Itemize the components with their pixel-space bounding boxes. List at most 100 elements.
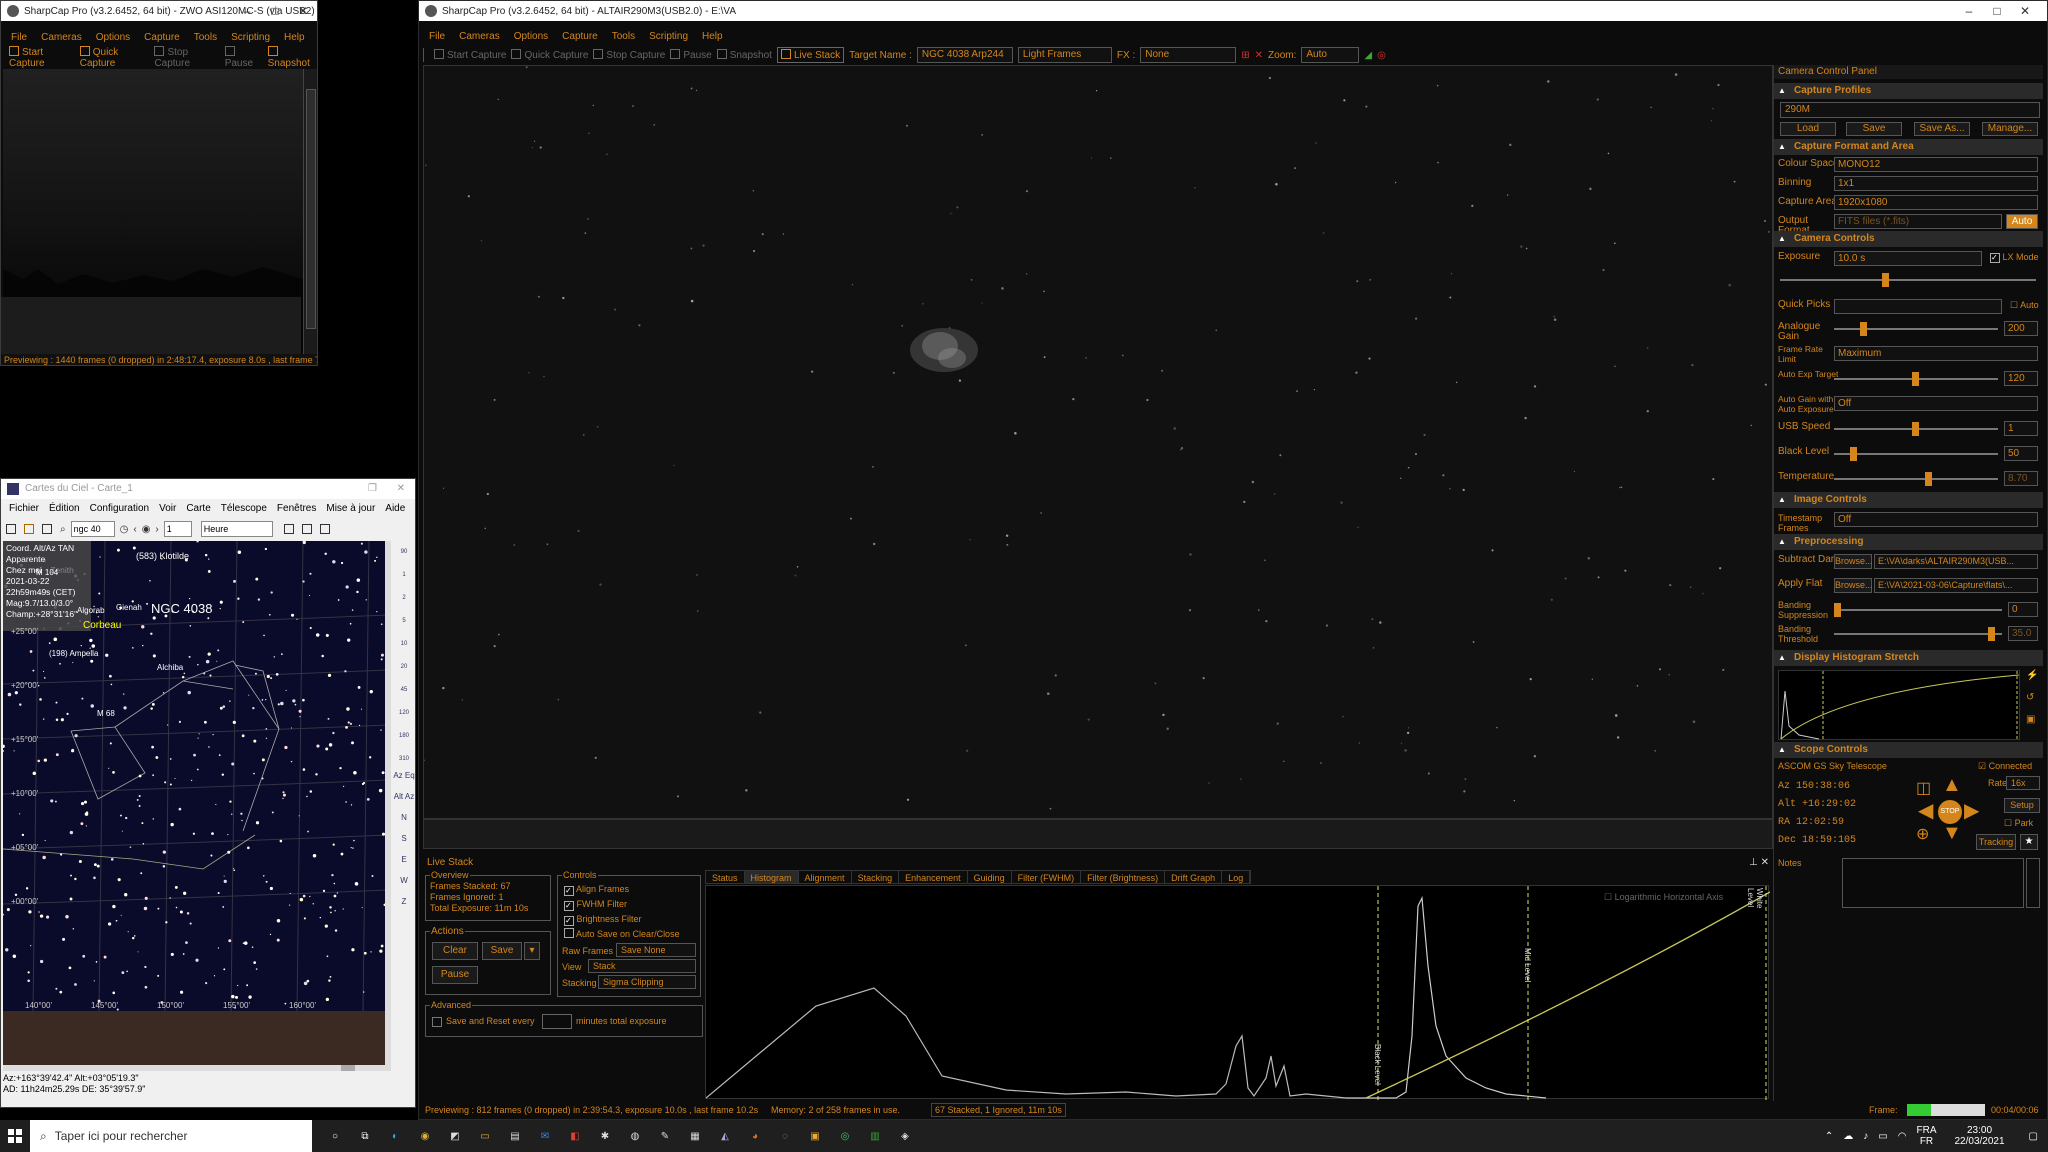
now-icon[interactable]: ◉ (142, 524, 151, 535)
app-icon-3[interactable]: ✎ (650, 1121, 680, 1151)
zoom-select[interactable]: Auto (1301, 47, 1360, 63)
manage-button[interactable]: Manage... (1982, 122, 2038, 136)
stop-capture-button[interactable]: Stop Capture (593, 49, 665, 61)
tray-chevron-icon[interactable]: ⌃ (1825, 1131, 1833, 1142)
stop-button[interactable]: STOP (1938, 800, 1962, 824)
scale-button[interactable]: N (393, 813, 415, 834)
menu-item[interactable]: File (429, 31, 445, 42)
menu-item[interactable]: Cameras (41, 32, 82, 43)
slider-thumb[interactable] (1912, 422, 1920, 436)
save-button[interactable]: Save (482, 942, 522, 960)
banding-threshold-value[interactable]: 35.0 (2008, 626, 2038, 641)
load-button[interactable]: Load (1780, 122, 1836, 136)
format-select[interactable]: MONO12 (1834, 157, 2038, 172)
scale-button[interactable]: 10 (393, 633, 415, 656)
capture-profiles-header[interactable]: Capture Profiles (1774, 83, 2043, 99)
tab-histogram[interactable]: Histogram (744, 871, 799, 883)
tab-alignment[interactable]: Alignment (799, 871, 852, 883)
menu-item[interactable]: Voir (159, 501, 176, 517)
format-select[interactable]: 1920x1080 (1834, 195, 2038, 210)
clock[interactable]: 23:00 22/03/2021 (1954, 1125, 2004, 1147)
scale-button[interactable]: Z (393, 897, 415, 918)
lx-mode-check[interactable]: ✓ LX Mode (1990, 252, 2039, 263)
reset-icon[interactable]: ↺ (2026, 692, 2034, 703)
fx-select[interactable]: None (1140, 47, 1237, 63)
raw-frames-select[interactable]: Save None (616, 943, 696, 957)
network-icon[interactable]: ☁ (1843, 1131, 1853, 1142)
tab-filter-brightness-[interactable]: Filter (Brightness) (1081, 871, 1166, 883)
format-select[interactable]: 1x1 (1834, 176, 2038, 191)
image-controls-header[interactable]: Image Controls (1774, 492, 2043, 508)
cortana-icon[interactable]: ○ (320, 1121, 350, 1151)
east-arrow-icon[interactable]: ▶ (1964, 798, 1979, 823)
minutes-stepper[interactable] (542, 1014, 572, 1029)
pause-button[interactable]: Pause (670, 49, 712, 61)
save-reset-checkbox[interactable] (432, 1017, 442, 1027)
chart-label[interactable]: Algorab (77, 606, 105, 615)
north-arrow-icon[interactable]: ▲ (1942, 774, 1962, 797)
scale-button[interactable]: S (393, 834, 415, 855)
exposure-input[interactable]: 10.0 s (1834, 251, 1982, 266)
sky-chart[interactable]: Coord. Alt/Az TAN Apparente Chez moi Zenit… (3, 541, 387, 1011)
control-value[interactable]: 8.70 (2004, 471, 2038, 486)
dark-path[interactable]: E:\VA\darks\ALTAIR290M3(USB... (1874, 554, 2038, 569)
live-image-view[interactable] (423, 65, 1773, 819)
chart-label[interactable]: M 104 (36, 568, 58, 577)
scale-button[interactable]: 1 (393, 564, 415, 587)
minimize-icon[interactable]: – (1955, 1, 1983, 21)
exposure-slider[interactable] (1774, 269, 2043, 295)
app-icon-4[interactable]: ◭ (710, 1121, 740, 1151)
menu-item[interactable]: File (11, 32, 27, 43)
edge-icon[interactable]: ◐ (380, 1121, 410, 1151)
stop-capture-button[interactable]: Stop Capture (154, 45, 218, 69)
frame-type-select[interactable]: Light Frames (1017, 47, 1112, 63)
scale-button[interactable]: 120 (393, 702, 415, 725)
scale-button[interactable]: 180 (393, 725, 415, 748)
stacking-select[interactable]: Sigma Clipping (598, 975, 696, 989)
store-icon[interactable]: ▤ (500, 1121, 530, 1151)
clock-icon[interactable]: ◷ (120, 524, 129, 535)
save-stretch-icon[interactable]: ▣ (2026, 714, 2035, 725)
align-frames-check[interactable]: ✓ Align Frames (564, 882, 680, 897)
quick-capture-button[interactable]: Quick Capture (511, 49, 588, 61)
histogram-stretch-header[interactable]: Display Histogram Stretch (1774, 650, 2043, 666)
west-arrow-icon[interactable]: ◀ (1918, 798, 1933, 823)
rate-select[interactable]: 16x (2006, 776, 2040, 790)
menu-item[interactable]: Scripting (649, 31, 688, 42)
app-icon-1[interactable]: ✱ (590, 1121, 620, 1151)
chart-label[interactable]: NGC 4038 (151, 601, 212, 616)
office-icon[interactable]: ◧ (560, 1121, 590, 1151)
menu-item[interactable]: Configuration (90, 501, 149, 517)
zoom-fit-icon[interactable] (283, 524, 294, 534)
scale-button[interactable]: 310 (393, 748, 415, 771)
live-stack-button[interactable]: Live Stack (776, 47, 845, 63)
cdc-title-bar[interactable]: Cartes du Ciel - Carte_1 ❐ ✕ (1, 479, 415, 499)
start-capture-button[interactable]: Start Capture (9, 45, 74, 69)
excel-icon[interactable]: ▥ (860, 1121, 890, 1151)
calculator-icon[interactable]: ▦ (680, 1121, 710, 1151)
tab-filter-fwhm-[interactable]: Filter (FWHM) (1012, 871, 1082, 883)
slider-thumb[interactable] (1912, 372, 1920, 386)
app-icon-9[interactable]: ◈ (890, 1121, 920, 1151)
time-unit-select[interactable]: Heure (200, 521, 273, 537)
capture-format-header[interactable]: Capture Format and Area (1774, 139, 2043, 155)
close-icon[interactable]: ✕ (289, 1, 317, 21)
chart-label[interactable]: (583) Klotilde (136, 551, 189, 561)
goto-icon[interactable]: ◫ (1916, 778, 1931, 798)
menu-item[interactable]: Options (96, 32, 130, 43)
pause-button[interactable]: Pause (224, 45, 262, 69)
app-icon-2[interactable]: ◍ (620, 1121, 650, 1151)
tracking-button[interactable]: Tracking (1976, 834, 2016, 850)
time-step-input[interactable]: 1 (163, 521, 192, 537)
app-icon-8[interactable]: ◎ (830, 1121, 860, 1151)
snapshot-button[interactable]: Snapshot (267, 45, 317, 69)
stack-histogram[interactable]: ☐ Logarithmic Horizontal Axis Black Leve… (705, 885, 1771, 1100)
wifi-icon[interactable]: ◠ (1898, 1131, 1907, 1142)
menu-item[interactable]: Carte (186, 501, 210, 517)
scale-button[interactable]: Alt Az (393, 792, 415, 813)
chrome-icon[interactable]: ◉ (410, 1121, 440, 1151)
menu-item[interactable]: Help (702, 31, 723, 42)
quick-capture-button[interactable]: Quick Capture (79, 45, 149, 69)
slider-thumb[interactable] (1925, 472, 1933, 486)
save-as-button[interactable]: Save As... (1914, 122, 1970, 136)
